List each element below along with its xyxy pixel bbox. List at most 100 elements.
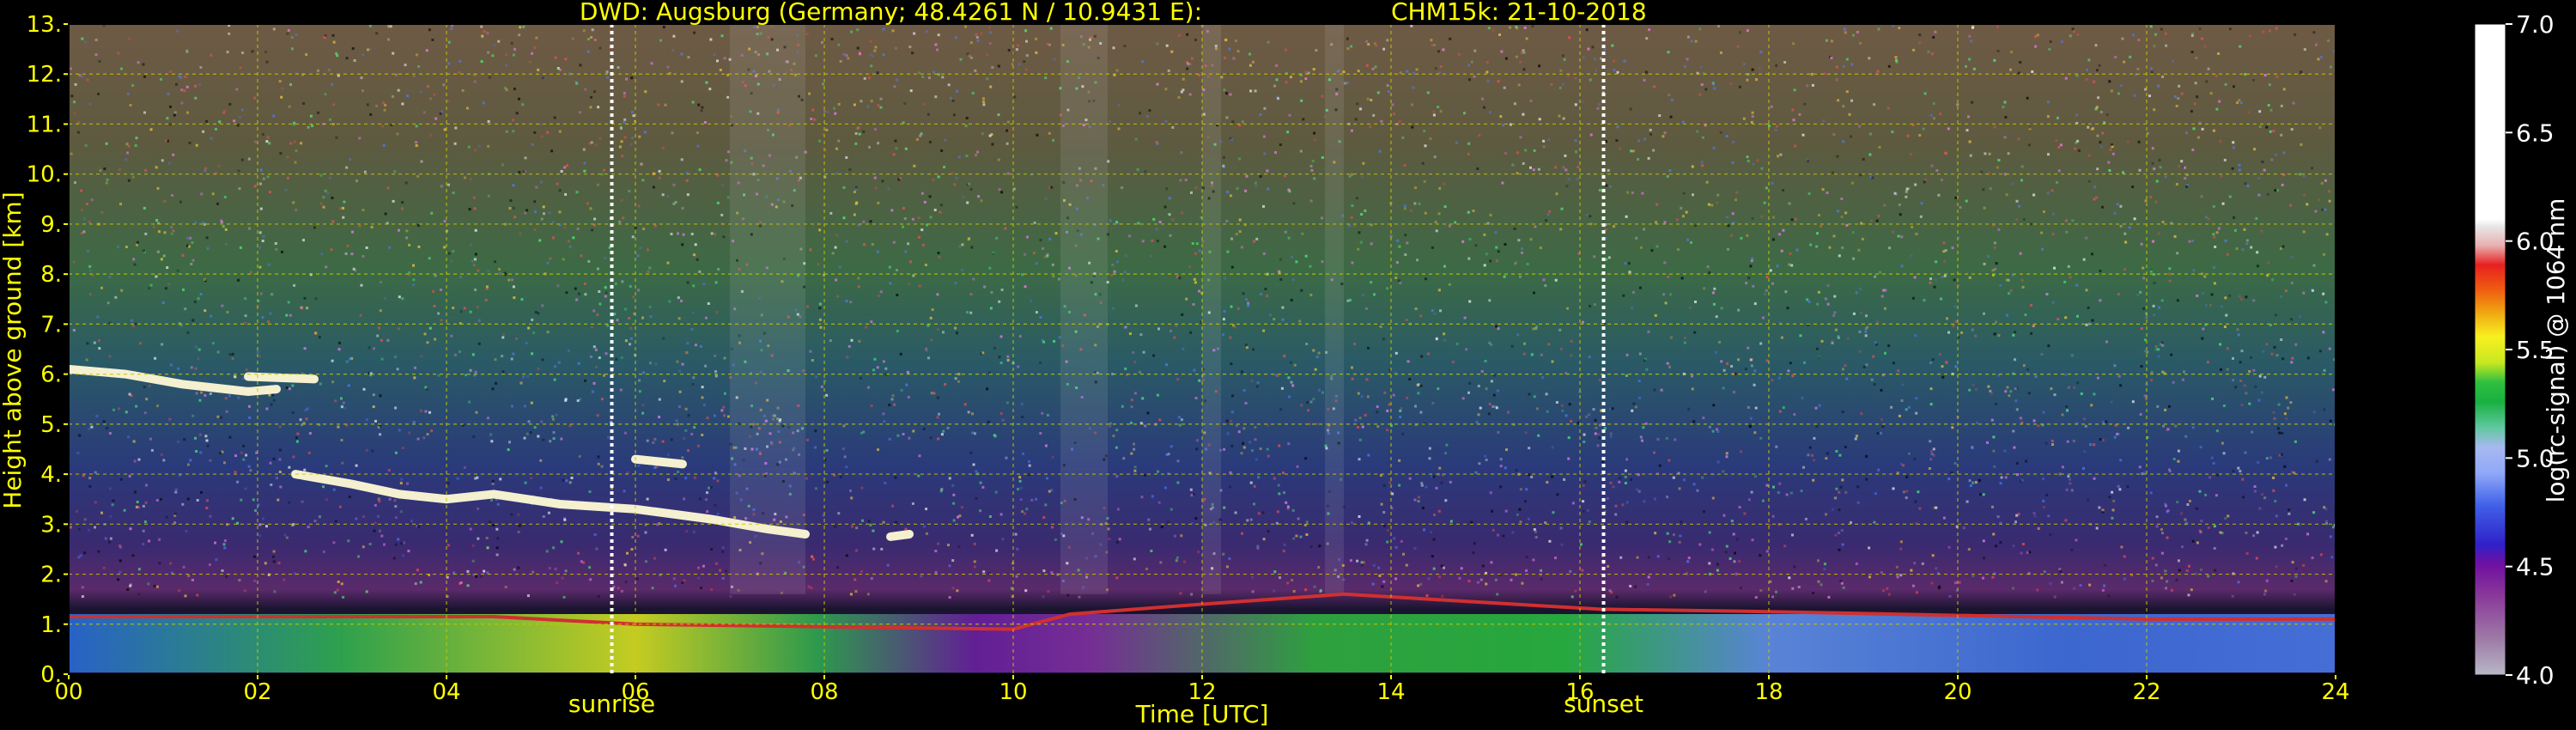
- noise-speck: [866, 105, 870, 108]
- noise-speck: [1806, 84, 1809, 88]
- noise-speck: [590, 325, 593, 329]
- noise-speck: [157, 230, 161, 234]
- noise-speck: [854, 590, 858, 593]
- noise-speck: [1314, 368, 1317, 371]
- noise-speck: [1134, 137, 1138, 141]
- noise-speck: [1645, 37, 1649, 40]
- noise-speck: [1134, 304, 1138, 307]
- noise-speck: [486, 571, 489, 575]
- noise-speck: [2063, 280, 2067, 283]
- noise-speck: [940, 149, 944, 152]
- noise-speck: [2266, 192, 2269, 196]
- noise-speck: [716, 59, 719, 63]
- noise-speck: [2167, 272, 2171, 276]
- noise-speck: [143, 206, 146, 210]
- noise-speck: [811, 359, 814, 362]
- noise-speck: [2145, 316, 2148, 319]
- noise-speck: [2224, 517, 2227, 520]
- noise-speck: [337, 425, 340, 429]
- noise-speck: [2076, 314, 2079, 318]
- noise-speck: [1226, 250, 1230, 253]
- noise-speck: [1501, 181, 1504, 185]
- noise-speck: [1612, 485, 1615, 489]
- noise-speck: [1816, 232, 1819, 235]
- noise-speck: [469, 368, 472, 372]
- noise-speck: [929, 316, 933, 319]
- noise-speck: [1351, 204, 1354, 207]
- noise-speck: [595, 365, 598, 368]
- noise-speck: [1751, 216, 1754, 220]
- noise-speck: [2003, 449, 2007, 453]
- noise-speck: [194, 84, 197, 88]
- noise-speck: [1139, 333, 1143, 337]
- noise-speck: [81, 37, 84, 40]
- noise-speck: [1478, 134, 1481, 137]
- noise-speck: [714, 281, 718, 284]
- noise-speck: [1859, 41, 1862, 45]
- noise-speck: [1049, 27, 1053, 30]
- noise-speck: [1929, 281, 1932, 284]
- noise-speck: [1124, 367, 1127, 370]
- noise-speck: [387, 38, 390, 41]
- noise-speck: [1054, 538, 1057, 541]
- noise-speck: [1731, 212, 1735, 216]
- noise-speck: [1255, 237, 1259, 240]
- noise-speck: [1762, 123, 1765, 126]
- noise-speck: [975, 33, 978, 36]
- noise-speck: [378, 529, 381, 532]
- noise-speck: [980, 199, 983, 203]
- noise-speck: [1461, 397, 1465, 400]
- noise-speck: [1585, 213, 1589, 216]
- noise-speck: [237, 278, 240, 282]
- noise-speck: [289, 313, 292, 317]
- noise-speck: [1487, 27, 1491, 30]
- noise-speck: [532, 332, 536, 334]
- noise-speck: [870, 577, 873, 581]
- noise-speck: [2099, 141, 2102, 144]
- noise-speck: [1611, 44, 1614, 47]
- noise-speck: [593, 39, 597, 41]
- noise-speck: [1995, 262, 1998, 265]
- noise-speck: [1412, 86, 1415, 89]
- noise-speck: [1380, 502, 1383, 506]
- noise-speck: [400, 207, 404, 210]
- noise-speck: [2002, 106, 2005, 109]
- noise-speck: [1276, 510, 1279, 514]
- noise-speck: [1420, 482, 1424, 484]
- noise-speck: [2050, 440, 2054, 442]
- noise-speck: [1782, 406, 1785, 410]
- noise-speck: [1965, 500, 1969, 503]
- noise-speck: [361, 545, 365, 549]
- noise-speck: [1997, 228, 2001, 231]
- noise-speck: [419, 581, 422, 584]
- noise-speck: [1715, 315, 1718, 319]
- noise-speck: [2287, 406, 2290, 410]
- noise-speck: [412, 421, 416, 423]
- noise-speck: [2233, 85, 2235, 88]
- noise-speck: [1411, 125, 1414, 129]
- noise-speck: [2261, 161, 2264, 163]
- noise-speck: [568, 424, 572, 428]
- noise-speck: [1387, 90, 1390, 93]
- noise-speck: [215, 127, 217, 131]
- noise-speck: [919, 134, 922, 137]
- noise-speck: [1993, 125, 1996, 129]
- noise-speck: [273, 590, 276, 593]
- noise-speck: [236, 480, 240, 484]
- noise-speck: [546, 261, 550, 265]
- noise-speck: [76, 452, 80, 454]
- noise-speck: [1015, 575, 1018, 578]
- noise-speck: [666, 453, 670, 457]
- noise-speck: [1529, 238, 1533, 241]
- noise-speck: [1481, 564, 1485, 568]
- noise-speck: [2269, 130, 2272, 133]
- noise-speck: [2137, 39, 2141, 41]
- noise-speck: [596, 183, 599, 186]
- noise-speck: [588, 566, 592, 569]
- noise-speck: [1386, 540, 1389, 544]
- noise-speck: [1163, 205, 1167, 209]
- noise-speck: [2214, 246, 2217, 248]
- noise-speck: [1597, 103, 1601, 106]
- noise-speck: [1537, 434, 1540, 437]
- noise-speck: [392, 52, 395, 55]
